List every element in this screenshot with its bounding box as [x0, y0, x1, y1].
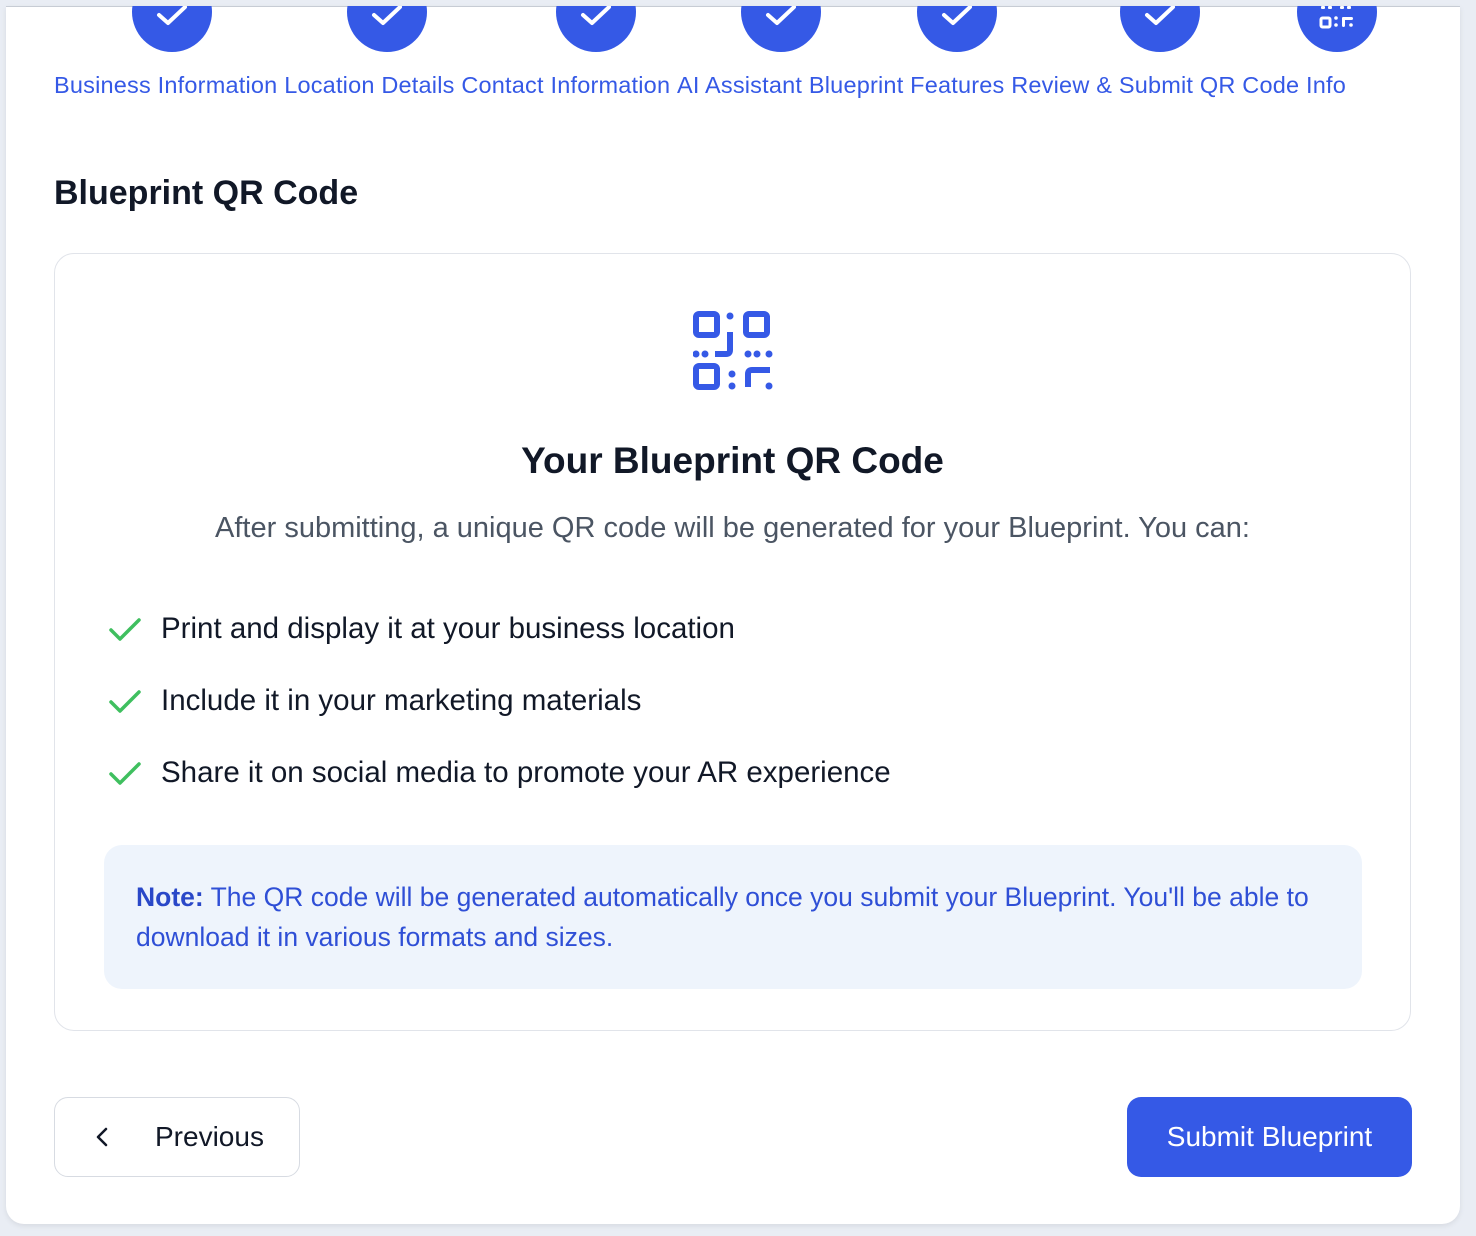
step-label-business-information[interactable]: Business Information [54, 72, 277, 99]
step-label-review-submit[interactable]: Review & Submit [1011, 72, 1193, 99]
step-label-location-details[interactable]: Location Details [284, 72, 454, 99]
benefit-text: Share it on social media to promote your… [161, 756, 891, 789]
check-icon [109, 690, 141, 713]
step-1-indicator[interactable] [132, 6, 212, 52]
chevron-left-icon [96, 1127, 108, 1147]
divider [6, 6, 1460, 7]
check-icon [1145, 6, 1175, 25]
step-label-ai-assistant[interactable]: AI Assistant [677, 72, 802, 99]
step-label-qr-code-info[interactable]: QR Code Info [1200, 72, 1346, 99]
qr-code-icon [1319, 6, 1353, 29]
benefit-text: Print and display it at your business lo… [161, 612, 735, 645]
check-icon [109, 618, 141, 641]
check-icon [372, 6, 402, 25]
step-4-indicator[interactable] [741, 6, 821, 52]
check-icon [157, 6, 187, 25]
card-description: After submitting, a unique QR code will … [215, 512, 1250, 544]
note-text: The QR code will be generated automatica… [136, 882, 1309, 952]
benefit-item: Include it in your marketing materials [107, 681, 641, 721]
card-title: Your Blueprint QR Code [521, 440, 944, 481]
qr-code-icon [693, 311, 773, 390]
note-box: Note: The QR code will be generated auto… [104, 845, 1362, 989]
benefit-item: Print and display it at your business lo… [107, 609, 735, 649]
previous-button-label: Previous [155, 1121, 264, 1152]
step-label-blueprint-features[interactable]: Blueprint Features [809, 72, 1005, 99]
check-icon [581, 6, 611, 25]
note-label: Note: [136, 882, 204, 912]
check-icon [942, 6, 972, 25]
benefit-text: Include it in your marketing materials [161, 684, 642, 717]
step-7-indicator[interactable] [1297, 6, 1377, 52]
step-6-indicator[interactable] [1120, 6, 1200, 52]
stepper-labels: Business Information Location Details Co… [54, 72, 1434, 102]
page-title: Blueprint QR Code [54, 174, 359, 212]
qr-info-card: Your Blueprint QR Code After submitting,… [54, 253, 1411, 1031]
submit-blueprint-button[interactable]: Submit Blueprint [1127, 1097, 1412, 1177]
step-2-indicator[interactable] [347, 6, 427, 52]
previous-button[interactable]: Previous [54, 1097, 300, 1177]
check-icon [109, 762, 141, 785]
step-3-indicator[interactable] [556, 6, 636, 52]
check-icon [766, 6, 796, 25]
step-5-indicator[interactable] [917, 6, 997, 52]
benefit-item: Share it on social media to promote your… [107, 753, 891, 793]
wizard-panel: Business Information Location Details Co… [6, 6, 1460, 1224]
step-label-contact-information[interactable]: Contact Information [461, 72, 670, 99]
